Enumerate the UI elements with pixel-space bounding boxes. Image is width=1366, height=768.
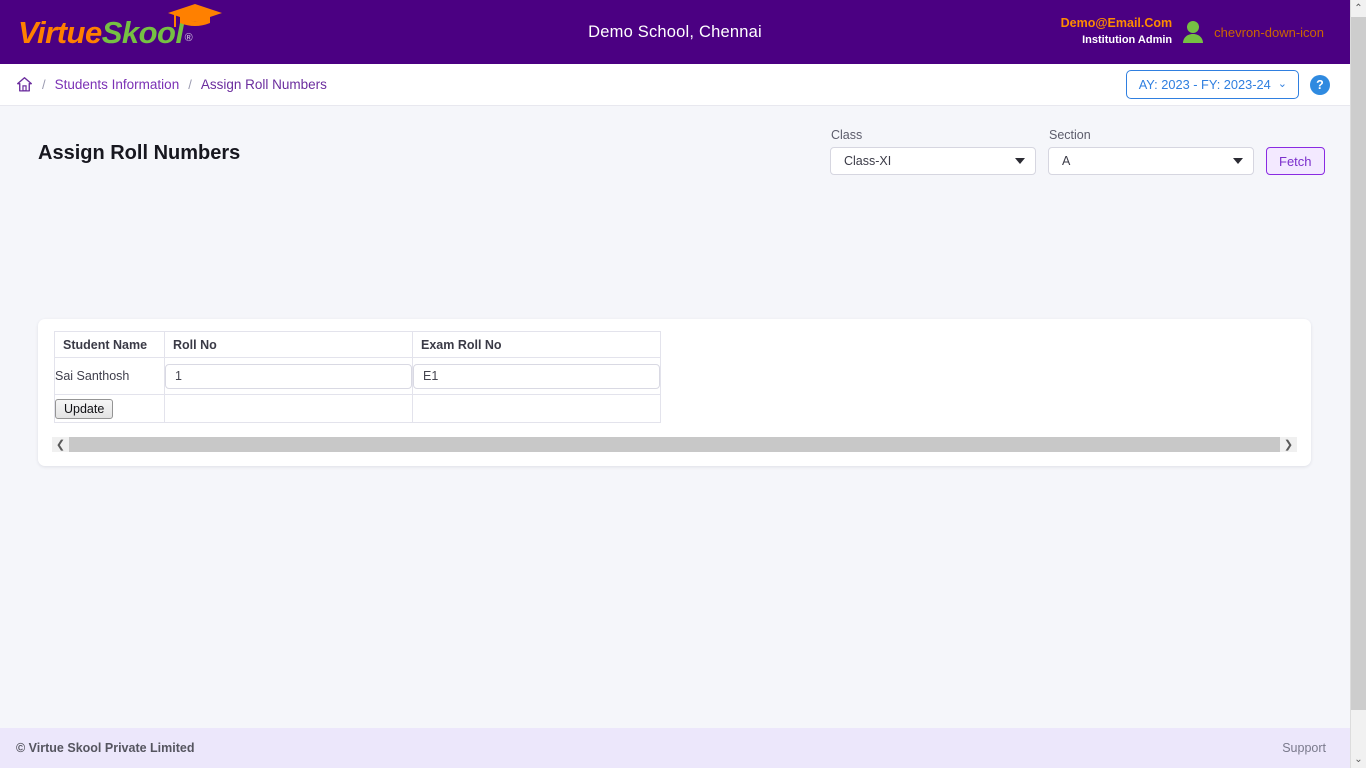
academic-year-label: AY: 2023 - FY: 2023-24	[1138, 77, 1271, 92]
user-email: Demo@Email.Com	[1060, 16, 1173, 31]
scrollbar-thumb[interactable]	[1351, 17, 1366, 710]
breadcrumb-separator-1: /	[42, 77, 46, 92]
filter-toolbar: Class Class-XI Section A Fetch	[830, 128, 1325, 175]
user-avatar-icon[interactable]	[1182, 20, 1204, 44]
column-header-exam-roll-no: Exam Roll No	[412, 331, 661, 358]
scrollbar-track[interactable]	[1351, 17, 1366, 751]
page-title: Assign Roll Numbers	[38, 142, 241, 164]
breadcrumb-separator-2: /	[188, 77, 192, 92]
app-viewport: VirtueSkool® Demo School, Chennai Demo@E…	[0, 0, 1366, 768]
user-info: Demo@Email.Com Institution Admin	[1061, 16, 1173, 47]
exam-roll-no-input[interactable]	[413, 363, 660, 389]
fetch-button[interactable]: Fetch	[1266, 147, 1325, 175]
roll-no-input[interactable]	[165, 363, 412, 389]
scroll-down-icon[interactable]: ⌄	[1351, 751, 1366, 768]
breadcrumb-item-assign-roll-numbers: Assign Roll Numbers	[200, 77, 327, 92]
breadcrumb-item-students-information[interactable]: Students Information	[55, 77, 180, 92]
scroll-up-icon[interactable]: ⌃	[1351, 0, 1366, 17]
hscroll-track[interactable]	[69, 437, 1280, 452]
scroll-left-icon[interactable]: ❮	[52, 437, 69, 452]
section-label: Section	[1049, 128, 1091, 142]
main-content: Assign Roll Numbers Class Class-XI Secti…	[0, 106, 1350, 728]
help-icon[interactable]: ?	[1310, 74, 1330, 95]
breadcrumb-bar: / Students Information / Assign Roll Num…	[0, 64, 1350, 106]
cell-blank-2	[412, 394, 661, 423]
table-row: Sai Santhosh	[54, 357, 661, 395]
chevron-down-icon	[1233, 158, 1243, 164]
table-action-row: Update	[54, 394, 661, 423]
top-header-bar: VirtueSkool® Demo School, Chennai Demo@E…	[0, 0, 1350, 64]
section-select[interactable]: A	[1048, 147, 1254, 175]
class-label: Class	[831, 128, 863, 142]
class-select[interactable]: Class-XI	[830, 147, 1036, 175]
cell-roll-no	[164, 357, 413, 395]
page-footer: © Virtue Skool Private Limited Support	[0, 728, 1350, 768]
footer-copyright: © Virtue Skool Private Limited	[16, 741, 195, 755]
cell-update-action: Update	[54, 394, 165, 423]
column-header-student-name: Student Name	[54, 331, 165, 358]
update-button[interactable]: Update	[55, 398, 114, 419]
table-header-row: Student Name Roll No Exam Roll No	[54, 331, 661, 358]
user-menu[interactable]: Demo@Email.Com Institution Admin chevron…	[1061, 0, 1324, 64]
roll-numbers-card: Student Name Roll No Exam Roll No Sai Sa…	[38, 319, 1311, 466]
table-head: Student Name Roll No Exam Roll No	[54, 331, 661, 358]
user-role: Institution Admin	[1082, 33, 1173, 46]
roll-numbers-table: Student Name Roll No Exam Roll No Sai Sa…	[54, 331, 661, 423]
cell-student-name: Sai Santhosh	[54, 357, 165, 395]
scroll-right-icon[interactable]: ❯	[1280, 437, 1297, 452]
chevron-down-icon: ⌄	[1277, 78, 1287, 90]
table-horizontal-scrollbar[interactable]: ❮ ❯	[52, 437, 1297, 452]
chevron-down-icon	[1015, 158, 1025, 164]
page-column: VirtueSkool® Demo School, Chennai Demo@E…	[0, 0, 1350, 768]
cell-blank-1	[164, 394, 413, 423]
home-icon[interactable]	[16, 76, 33, 93]
breadcrumb-actions: AY: 2023 - FY: 2023-24 ⌄ ?	[1125, 70, 1330, 99]
class-field: Class Class-XI	[830, 128, 1036, 175]
class-select-value: Class-XI	[844, 154, 892, 168]
hscroll-thumb[interactable]	[69, 437, 1280, 452]
breadcrumb: / Students Information / Assign Roll Num…	[16, 76, 327, 93]
academic-year-selector[interactable]: AY: 2023 - FY: 2023-24 ⌄	[1125, 70, 1299, 99]
cell-exam-roll-no	[412, 357, 661, 395]
chevron-down-icon[interactable]: chevron-down-icon	[1214, 26, 1324, 39]
section-select-value: A	[1062, 154, 1071, 168]
footer-support-link[interactable]: Support	[1282, 741, 1326, 755]
browser-scrollbar[interactable]: ⌃ ⌄	[1350, 0, 1366, 768]
table-body: Sai Santhosh Update	[54, 357, 661, 423]
column-header-roll-no: Roll No	[164, 331, 413, 358]
section-field: Section A	[1048, 128, 1254, 175]
